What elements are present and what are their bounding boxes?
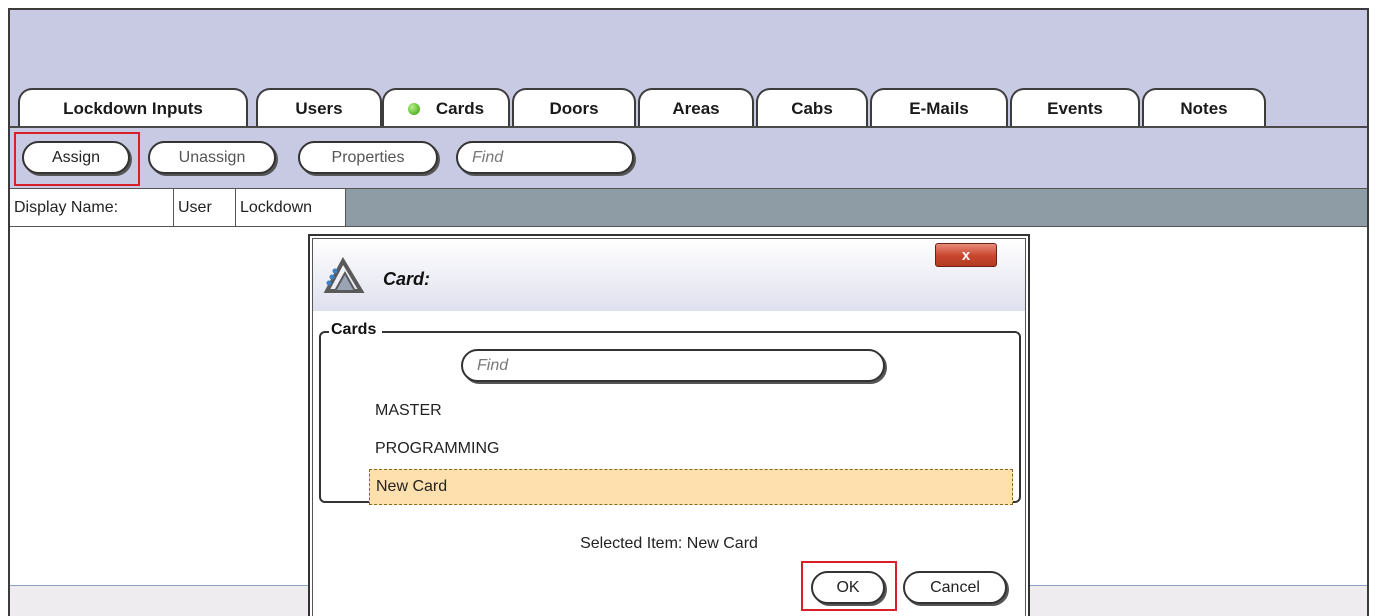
assign-button[interactable]: Assign bbox=[22, 141, 130, 174]
dialog-titlebar[interactable]: Card: x bbox=[313, 239, 1025, 311]
tab-users[interactable]: Users bbox=[256, 88, 382, 128]
unassign-button[interactable]: Unassign bbox=[148, 141, 276, 174]
ok-button[interactable]: OK bbox=[811, 571, 885, 604]
selected-item-text: Selected Item: New Card bbox=[580, 535, 758, 552]
column-user[interactable]: User bbox=[174, 189, 236, 227]
dialog-title: Card: bbox=[383, 269, 431, 289]
cards-group: Cards Find MASTER PROGRAMMING New Card bbox=[319, 321, 1021, 505]
tab-label: Events bbox=[1047, 99, 1103, 118]
tab-bar: Lockdown Inputs Users Cards Doors Areas … bbox=[18, 88, 1278, 128]
tab-label: Areas bbox=[672, 99, 720, 118]
tab-cabs[interactable]: Cabs bbox=[756, 88, 868, 128]
group-label: Cards bbox=[329, 321, 383, 339]
tab-cards[interactable]: Cards bbox=[382, 88, 510, 128]
tab-areas[interactable]: Areas bbox=[638, 88, 754, 128]
tab-label: Users bbox=[295, 99, 343, 118]
cancel-button[interactable]: Cancel bbox=[903, 571, 1007, 604]
dialog-frame: Card: x Cards Find MASTER PROGRAMMING Ne… bbox=[312, 238, 1026, 616]
tab-label: Doors bbox=[549, 99, 599, 118]
tab-label: Cabs bbox=[791, 99, 833, 118]
tab-label: Notes bbox=[1180, 99, 1228, 118]
tab-label: E-Mails bbox=[909, 99, 969, 118]
dialog-search-input[interactable]: Find bbox=[461, 349, 885, 382]
tab-doors[interactable]: Doors bbox=[512, 88, 636, 128]
column-lockdown[interactable]: Lockdown bbox=[236, 189, 346, 227]
tab-label: Lockdown Inputs bbox=[63, 99, 203, 118]
tab-lockdown-inputs[interactable]: Lockdown Inputs bbox=[18, 88, 248, 128]
tab-label: Cards bbox=[435, 99, 485, 118]
tab-notes[interactable]: Notes bbox=[1142, 88, 1266, 128]
list-item-programming[interactable]: PROGRAMMING bbox=[369, 431, 1013, 467]
list-item-master[interactable]: MASTER bbox=[369, 393, 1013, 429]
properties-button[interactable]: Properties bbox=[298, 141, 438, 174]
status-dot-icon bbox=[407, 103, 420, 115]
card-dialog: Card: x Cards Find MASTER PROGRAMMING Ne… bbox=[308, 234, 1030, 616]
search-input[interactable]: Find bbox=[456, 141, 634, 174]
tab-emails[interactable]: E-Mails bbox=[870, 88, 1008, 128]
list-item-new-card[interactable]: New Card bbox=[369, 469, 1013, 505]
close-button[interactable]: x bbox=[935, 243, 997, 267]
tab-events[interactable]: Events bbox=[1010, 88, 1140, 128]
column-header: Display Name: User Lockdown bbox=[10, 188, 1367, 227]
app-logo-icon bbox=[323, 257, 365, 293]
column-display-name[interactable]: Display Name: bbox=[10, 189, 174, 227]
toolbar: Assign Unassign Properties Find bbox=[10, 126, 1367, 188]
